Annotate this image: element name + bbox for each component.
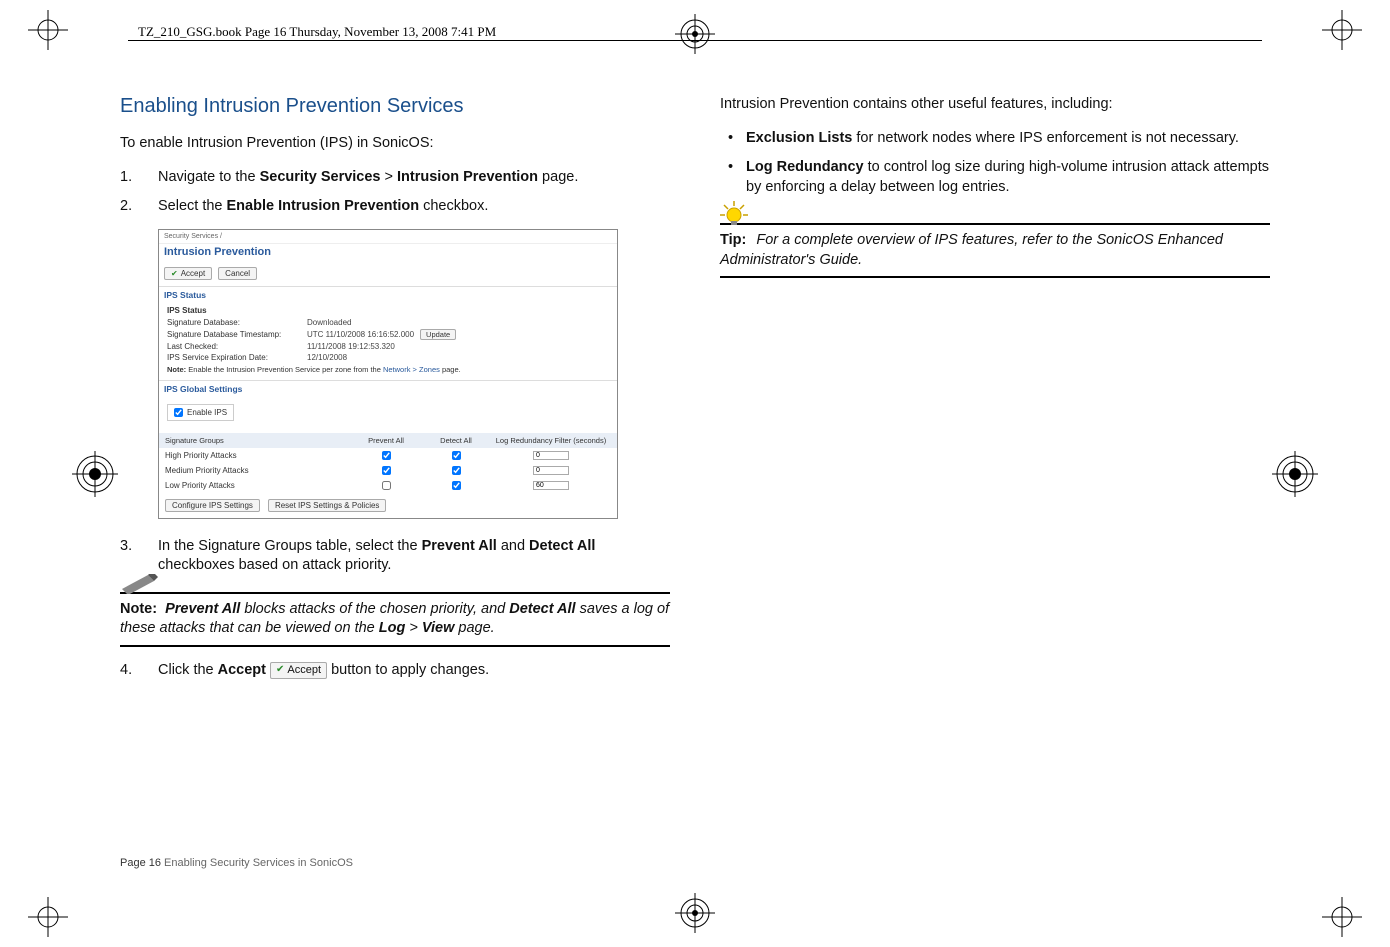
crop-mark-icon: [28, 897, 68, 937]
configure-ips-button[interactable]: Configure IPS Settings: [165, 499, 260, 512]
cancel-button[interactable]: Cancel: [218, 267, 257, 280]
signature-groups-header: Signature Groups Prevent All Detect All …: [159, 433, 617, 448]
feature-bullets: Exclusion Lists for network nodes where …: [720, 129, 1270, 198]
col-redundancy: Log Redundancy Filter (seconds): [491, 436, 611, 445]
expiration-label: IPS Service Expiration Date:: [167, 353, 307, 362]
step-3: In the Signature Groups table, select th…: [120, 537, 670, 576]
note-body: Prevent All blocks attacks of the chosen…: [120, 601, 669, 637]
registration-mark-icon: [1272, 451, 1318, 497]
enable-ips-checkbox[interactable]: [174, 408, 183, 417]
row-med-label: Medium Priority Attacks: [165, 466, 351, 475]
right-intro: Intrusion Prevention contains other usef…: [720, 95, 1270, 115]
tip-block: Tip: For a complete overview of IPS feat…: [720, 223, 1270, 278]
ips-status-block: IPS Status Signature Database: Downloade…: [159, 303, 617, 380]
right-column: Intrusion Prevention contains other usef…: [720, 95, 1270, 847]
accept-button[interactable]: Accept: [164, 267, 212, 280]
tip-rule-bottom: [720, 276, 1270, 278]
bullet-log-redundancy: Log Redundancy to control log size durin…: [746, 158, 1270, 197]
row-high-label: High Priority Attacks: [165, 451, 351, 460]
tip-rule-top: [720, 223, 1270, 225]
section-heading: Enabling Intrusion Prevention Services: [120, 95, 670, 118]
page-number: Page 16: [120, 857, 161, 869]
embedded-screenshot: Security Services / Intrusion Prevention…: [158, 229, 618, 519]
sig-db-value: Downloaded: [307, 318, 351, 327]
expiration-value: 12/10/2008: [307, 353, 347, 362]
high-redundancy-input[interactable]: [533, 451, 569, 460]
registration-mark-icon: [665, 893, 725, 933]
step-1: Navigate to the Security Services > Intr…: [120, 168, 670, 188]
ips-status-section-header: IPS Status: [159, 286, 617, 303]
registration-mark-icon: [72, 451, 118, 497]
screenshot-footer: Configure IPS Settings Reset IPS Setting…: [159, 493, 617, 518]
crop-mark-icon: [28, 10, 68, 50]
reset-ips-button[interactable]: Reset IPS Settings & Policies: [268, 499, 387, 512]
table-row: High Priority Attacks: [159, 448, 617, 463]
intro-text: To enable Intrusion Prevention (IPS) in …: [120, 134, 670, 154]
crop-mark-icon: [1322, 10, 1362, 50]
page-header-meta: TZ_210_GSG.book Page 16 Thursday, Novemb…: [138, 24, 496, 40]
page-title: Intrusion Prevention: [159, 244, 617, 263]
col-groups: Signature Groups: [165, 436, 351, 445]
sig-ts-label: Signature Database Timestamp:: [167, 330, 307, 339]
low-prevent-checkbox[interactable]: [382, 481, 391, 490]
col-detect: Detect All: [421, 436, 491, 445]
step-2: Select the Enable Intrusion Prevention c…: [120, 197, 670, 217]
left-column: Enabling Intrusion Prevention Services T…: [120, 95, 670, 847]
note-rule-top: [120, 592, 670, 594]
sig-ts-value: UTC 11/10/2008 16:16:52.000: [307, 330, 414, 339]
last-checked-value: 11/11/2008 19:12:53.320: [307, 342, 395, 351]
enable-ips-label: Enable IPS: [187, 408, 227, 417]
crop-mark-icon: [1322, 897, 1362, 937]
pencil-icon: [120, 574, 160, 594]
high-prevent-checkbox[interactable]: [382, 451, 391, 460]
ips-status-subheader: IPS Status: [167, 306, 609, 315]
low-redundancy-input[interactable]: [533, 481, 569, 490]
lightbulb-icon: [720, 201, 748, 229]
header-rule: [128, 40, 1262, 41]
steps-list-continued: In the Signature Groups table, select th…: [120, 537, 670, 576]
note-rule-bottom: [120, 645, 670, 647]
page-body: Enabling Intrusion Prevention Services T…: [120, 95, 1270, 847]
note-block: Note: Prevent All blocks attacks of the …: [120, 592, 670, 647]
status-note: Note: Enable the Intrusion Prevention Se…: [167, 363, 609, 374]
high-detect-checkbox[interactable]: [452, 451, 461, 460]
table-row: Low Priority Attacks: [159, 478, 617, 493]
enable-ips-checkbox-container: Enable IPS: [167, 404, 234, 421]
med-detect-checkbox[interactable]: [452, 466, 461, 475]
low-detect-checkbox[interactable]: [452, 481, 461, 490]
med-redundancy-input[interactable]: [533, 466, 569, 475]
last-checked-label: Last Checked:: [167, 342, 307, 351]
steps-list: Navigate to the Security Services > Intr…: [120, 168, 670, 217]
accept-button-inline[interactable]: Accept: [270, 662, 327, 679]
col-prevent: Prevent All: [351, 436, 421, 445]
update-button[interactable]: Update: [420, 329, 456, 340]
note-label: Note:: [120, 601, 157, 617]
tip-body: For a complete overview of IPS features,…: [720, 232, 1223, 268]
toolbar: Accept Cancel: [159, 263, 617, 286]
table-row: Medium Priority Attacks: [159, 463, 617, 478]
breadcrumb: Security Services /: [159, 230, 617, 244]
ips-global-block: Enable IPS: [159, 397, 617, 433]
network-zones-link[interactable]: Network > Zones: [383, 365, 440, 374]
registration-mark-icon: [665, 14, 725, 54]
sig-db-label: Signature Database:: [167, 318, 307, 327]
bullet-exclusion-lists: Exclusion Lists for network nodes where …: [746, 129, 1270, 149]
tip-label: Tip:: [720, 232, 746, 248]
steps-list-continued-2: Click the Accept Accept button to apply …: [120, 661, 670, 681]
page-footer: Page 16 Enabling Security Services in So…: [120, 857, 353, 869]
ips-global-section-header: IPS Global Settings: [159, 380, 617, 397]
step-4: Click the Accept Accept button to apply …: [120, 661, 670, 681]
row-low-label: Low Priority Attacks: [165, 481, 351, 490]
footer-title: Enabling Security Services in SonicOS: [161, 857, 353, 869]
med-prevent-checkbox[interactable]: [382, 466, 391, 475]
